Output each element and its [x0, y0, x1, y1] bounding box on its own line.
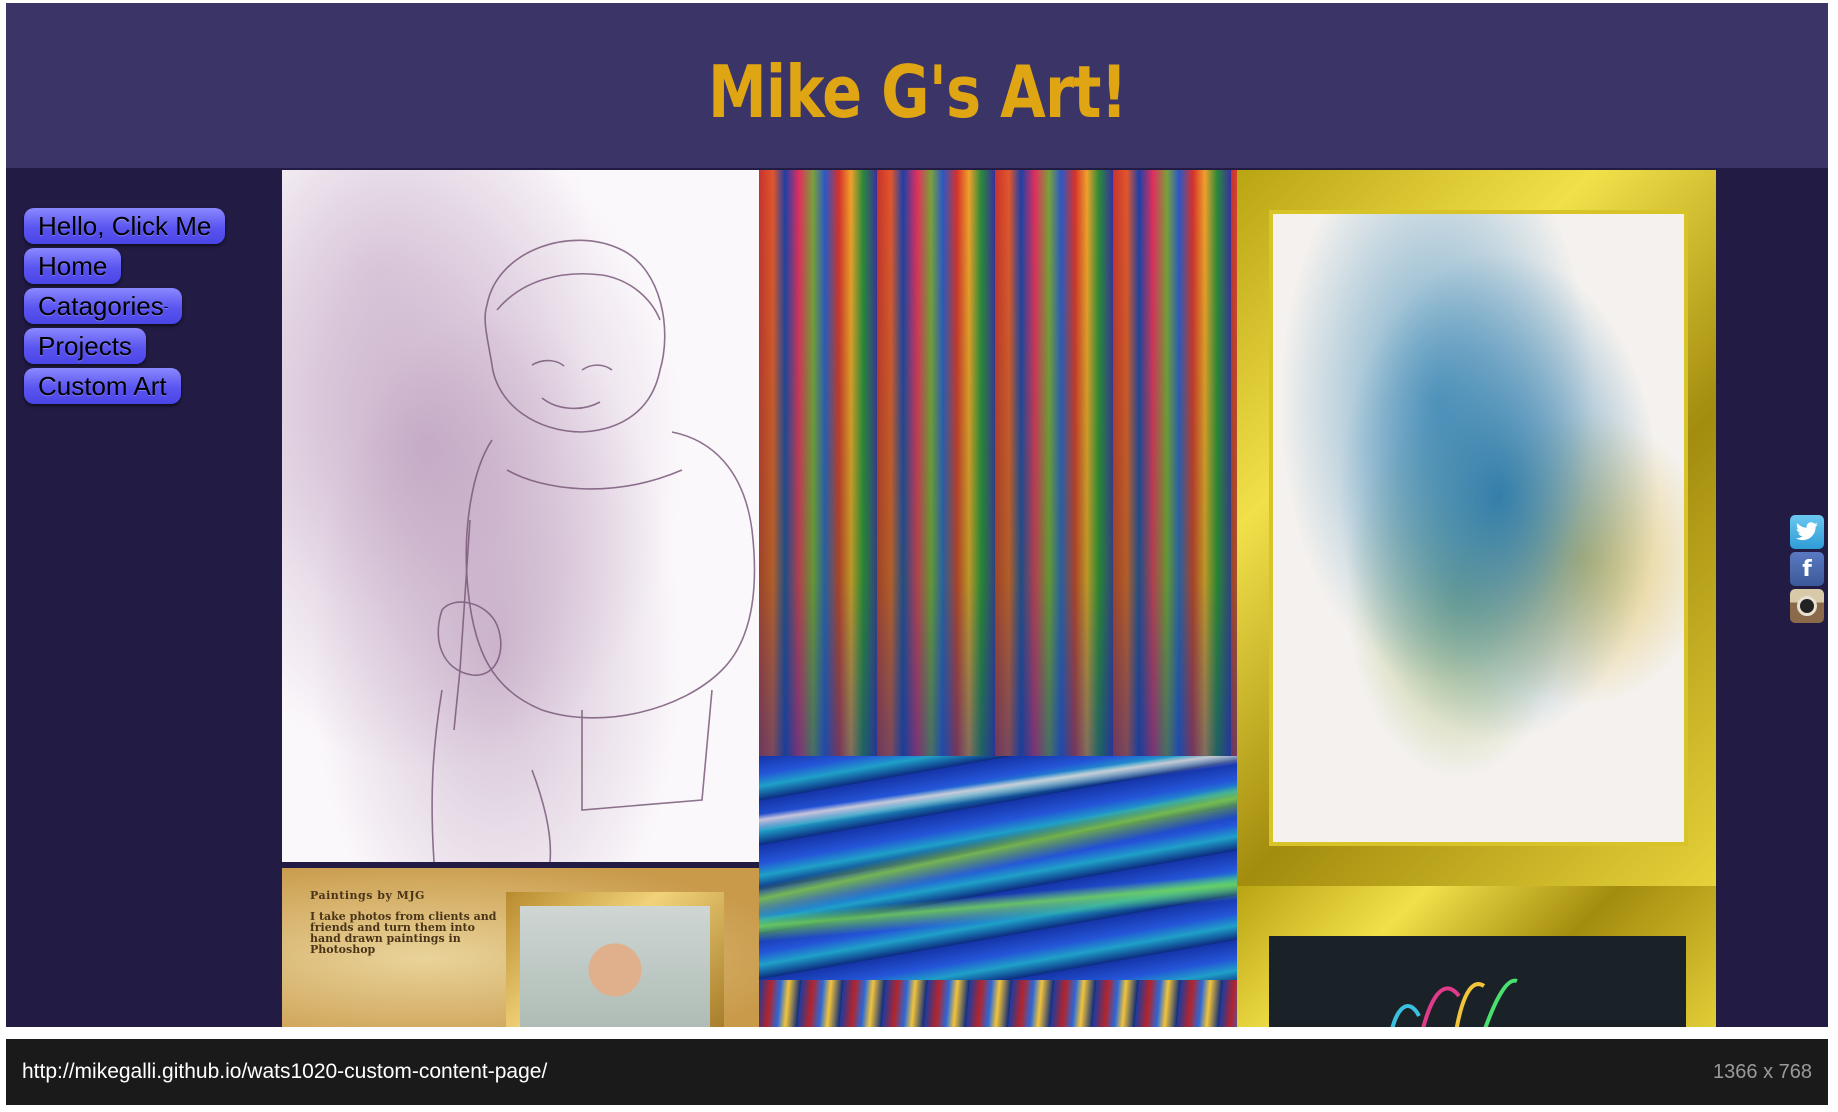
viewport-size-label: 1366 x 768: [1713, 1061, 1812, 1083]
colorful-shape: [1390, 978, 1518, 1027]
caret-down-icon: -: [163, 298, 169, 314]
gallery-image-abstract-strip[interactable]: [759, 980, 1237, 1027]
nav-button-home[interactable]: Home: [24, 248, 122, 284]
gallery-image-blue-streaks[interactable]: [759, 756, 1237, 980]
browser-viewport: Mike G's Art! Hello, Click Me Home Catag…: [6, 3, 1828, 1027]
dark-canvas: [1269, 936, 1686, 1027]
gallery-image-drip-painting[interactable]: [759, 170, 1237, 756]
nav-button-custom-art[interactable]: Custom Art: [24, 368, 181, 404]
social-links: f: [1790, 515, 1824, 626]
art-gallery: Paintings by MJG I take photos from clie…: [282, 170, 1716, 1027]
framed-portrait: [506, 892, 724, 1027]
gallery-image-child-sketch[interactable]: [282, 170, 759, 862]
gallery-image-paintings-by-mjg[interactable]: Paintings by MJG I take photos from clie…: [282, 868, 759, 1027]
status-url: http://mikegalli.github.io/wats1020-cust…: [22, 1060, 548, 1083]
facebook-glyph: f: [1802, 556, 1812, 582]
nav-button-projects[interactable]: Projects: [24, 328, 146, 364]
watercolor-canvas: [1269, 210, 1688, 846]
twitter-bird-glyph: [1795, 522, 1818, 541]
child-sketch-drawing: [431, 239, 756, 862]
parchment-title: Paintings by MJG: [310, 889, 425, 902]
status-bar: http://mikegalli.github.io/wats1020-cust…: [6, 1039, 1828, 1105]
instagram-lens: [1797, 596, 1817, 616]
gallery-image-framed-dark[interactable]: [1237, 886, 1716, 1027]
twitter-icon[interactable]: [1790, 515, 1824, 549]
parchment-body: I take photos from clients and friends a…: [310, 910, 497, 956]
instagram-icon[interactable]: [1790, 589, 1824, 623]
site-header: Mike G's Art!: [6, 3, 1828, 168]
facebook-icon[interactable]: f: [1790, 552, 1824, 586]
parchment-text: Paintings by MJG I take photos from clie…: [310, 890, 500, 955]
nav-button-categories[interactable]: Catagories-: [24, 288, 183, 324]
nav-button-hello[interactable]: Hello, Click Me: [24, 208, 226, 244]
nav-button-categories-label: Catagories: [38, 291, 164, 321]
gallery-image-framed-watercolor[interactable]: [1237, 170, 1716, 886]
nav-menu: Hello, Click Me Home Catagories- Project…: [24, 208, 226, 408]
site-title: Mike G's Art!: [707, 49, 1128, 134]
portrait-image: [520, 906, 710, 1027]
